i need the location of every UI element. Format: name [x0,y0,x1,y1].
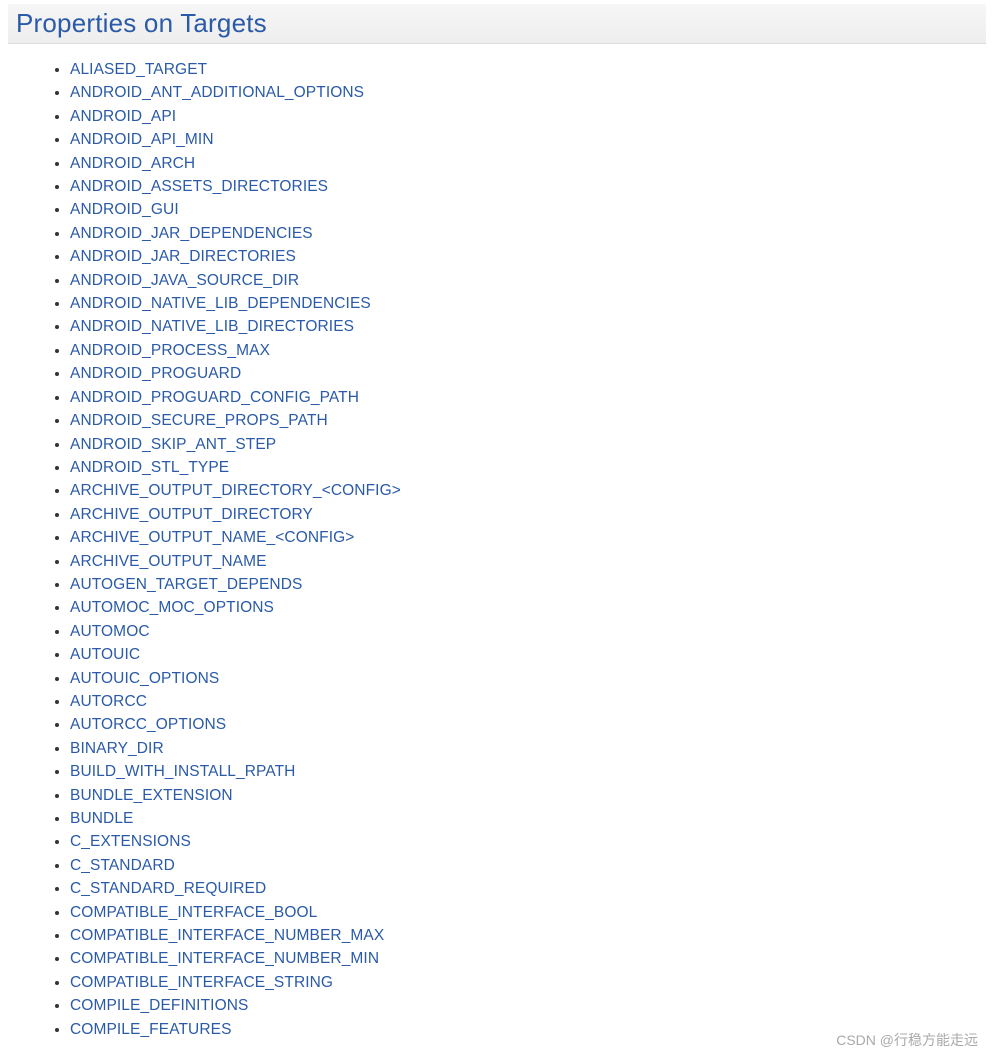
property-link[interactable]: ARCHIVE_OUTPUT_NAME_<CONFIG> [70,529,354,546]
list-item: ANDROID_JAVA_SOURCE_DIR [70,269,976,292]
property-link[interactable]: ARCHIVE_OUTPUT_DIRECTORY_<CONFIG> [70,482,401,499]
list-item: ANDROID_STL_TYPE [70,456,976,479]
property-link[interactable]: C_EXTENSIONS [70,833,191,850]
property-link[interactable]: ANDROID_SKIP_ANT_STEP [70,436,276,453]
property-link[interactable]: ANDROID_PROCESS_MAX [70,342,270,359]
list-item: BUNDLE_EXTENSION [70,784,976,807]
list-item: ANDROID_NATIVE_LIB_DEPENDENCIES [70,292,976,315]
section-body: ALIASED_TARGET ANDROID_ANT_ADDITIONAL_OPT… [8,44,986,1051]
property-link[interactable]: AUTOUIC_OPTIONS [70,670,219,687]
property-link[interactable]: ARCHIVE_OUTPUT_NAME [70,553,267,570]
list-item: AUTOMOC_MOC_OPTIONS [70,596,976,619]
property-link[interactable]: BINARY_DIR [70,740,164,757]
property-link[interactable]: ANDROID_STL_TYPE [70,459,229,476]
property-link[interactable]: ANDROID_PROGUARD [70,365,241,382]
property-link[interactable]: ANDROID_GUI [70,201,179,218]
list-item: AUTOGEN_TARGET_DEPENDS [70,573,976,596]
properties-list: ALIASED_TARGET ANDROID_ANT_ADDITIONAL_OPT… [18,58,976,1041]
list-item: COMPILE_DEFINITIONS [70,994,976,1017]
property-link[interactable]: BUNDLE_EXTENSION [70,787,233,804]
list-item: C_EXTENSIONS [70,830,976,853]
list-item: ANDROID_PROCESS_MAX [70,339,976,362]
property-link[interactable]: COMPATIBLE_INTERFACE_NUMBER_MAX [70,927,384,944]
list-item: ALIASED_TARGET [70,58,976,81]
list-item: ANDROID_ANT_ADDITIONAL_OPTIONS [70,81,976,104]
property-link[interactable]: ALIASED_TARGET [70,61,207,78]
property-link[interactable]: ANDROID_NATIVE_LIB_DEPENDENCIES [70,295,371,312]
property-link[interactable]: AUTOGEN_TARGET_DEPENDS [70,576,302,593]
list-item: ANDROID_SECURE_PROPS_PATH [70,409,976,432]
list-item: ANDROID_ASSETS_DIRECTORIES [70,175,976,198]
list-item: ANDROID_ARCH [70,152,976,175]
section-header: Properties on Targets [8,4,986,44]
list-item: COMPATIBLE_INTERFACE_NUMBER_MAX [70,924,976,947]
list-item: ARCHIVE_OUTPUT_NAME_<CONFIG> [70,526,976,549]
list-item: ANDROID_API_MIN [70,128,976,151]
property-link[interactable]: COMPILE_FEATURES [70,1021,232,1038]
property-link[interactable]: ANDROID_API [70,108,176,125]
list-item: BUNDLE [70,807,976,830]
section-title: Properties on Targets [16,8,976,39]
list-item: ANDROID_PROGUARD_CONFIG_PATH [70,386,976,409]
property-link[interactable]: ANDROID_JAR_DEPENDENCIES [70,225,313,242]
property-link[interactable]: AUTOMOC [70,623,150,640]
list-item: ARCHIVE_OUTPUT_NAME [70,550,976,573]
property-link[interactable]: ANDROID_API_MIN [70,131,214,148]
property-link[interactable]: AUTOMOC_MOC_OPTIONS [70,599,274,616]
list-item: COMPATIBLE_INTERFACE_STRING [70,971,976,994]
list-item: ARCHIVE_OUTPUT_DIRECTORY [70,503,976,526]
list-item: ANDROID_NATIVE_LIB_DIRECTORIES [70,315,976,338]
list-item: AUTOUIC_OPTIONS [70,667,976,690]
list-item: ANDROID_JAR_DEPENDENCIES [70,222,976,245]
property-link[interactable]: AUTOUIC [70,646,140,663]
property-link[interactable]: BUILD_WITH_INSTALL_RPATH [70,763,295,780]
list-item: ANDROID_PROGUARD [70,362,976,385]
property-link[interactable]: ANDROID_ASSETS_DIRECTORIES [70,178,328,195]
property-link[interactable]: AUTORCC_OPTIONS [70,716,226,733]
property-link[interactable]: C_STANDARD_REQUIRED [70,880,266,897]
list-item: AUTORCC [70,690,976,713]
list-item: ANDROID_SKIP_ANT_STEP [70,433,976,456]
property-link[interactable]: ANDROID_PROGUARD_CONFIG_PATH [70,389,359,406]
list-item: AUTOUIC [70,643,976,666]
list-item: ANDROID_GUI [70,198,976,221]
list-item: COMPATIBLE_INTERFACE_BOOL [70,901,976,924]
property-link[interactable]: ANDROID_ARCH [70,155,195,172]
list-item: BINARY_DIR [70,737,976,760]
list-item: C_STANDARD [70,854,976,877]
property-link[interactable]: ANDROID_NATIVE_LIB_DIRECTORIES [70,318,354,335]
property-link[interactable]: ANDROID_SECURE_PROPS_PATH [70,412,328,429]
property-link[interactable]: COMPILE_DEFINITIONS [70,997,248,1014]
list-item: ANDROID_JAR_DIRECTORIES [70,245,976,268]
property-link[interactable]: C_STANDARD [70,857,175,874]
property-link[interactable]: AUTORCC [70,693,147,710]
list-item: ARCHIVE_OUTPUT_DIRECTORY_<CONFIG> [70,479,976,502]
list-item: COMPILE_FEATURES [70,1018,976,1041]
list-item: COMPATIBLE_INTERFACE_NUMBER_MIN [70,947,976,970]
property-link[interactable]: ARCHIVE_OUTPUT_DIRECTORY [70,506,313,523]
list-item: AUTORCC_OPTIONS [70,713,976,736]
list-item: C_STANDARD_REQUIRED [70,877,976,900]
properties-section: Properties on Targets ALIASED_TARGET ANDR… [8,4,986,1051]
property-link[interactable]: COMPATIBLE_INTERFACE_STRING [70,974,333,991]
list-item: AUTOMOC [70,620,976,643]
property-link[interactable]: ANDROID_JAR_DIRECTORIES [70,248,296,265]
list-item: BUILD_WITH_INSTALL_RPATH [70,760,976,783]
property-link[interactable]: BUNDLE [70,810,133,827]
property-link[interactable]: ANDROID_JAVA_SOURCE_DIR [70,272,299,289]
property-link[interactable]: COMPATIBLE_INTERFACE_BOOL [70,904,317,921]
property-link[interactable]: ANDROID_ANT_ADDITIONAL_OPTIONS [70,84,364,101]
list-item: ANDROID_API [70,105,976,128]
property-link[interactable]: COMPATIBLE_INTERFACE_NUMBER_MIN [70,950,379,967]
